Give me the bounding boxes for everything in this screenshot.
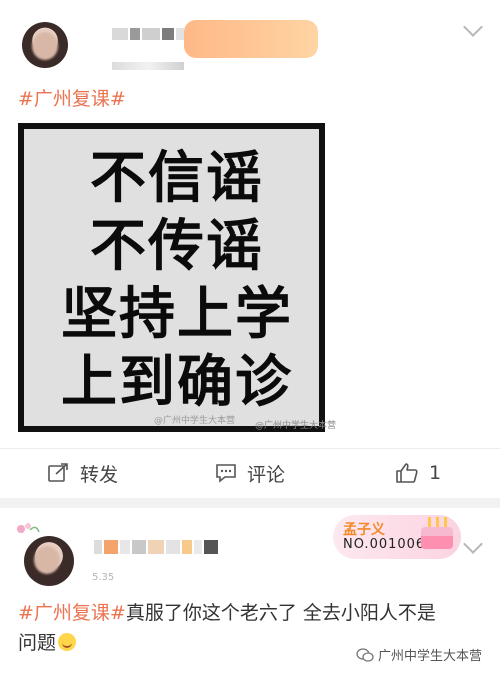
slogan-line-3: 坚持上学 (61, 282, 293, 347)
avatar[interactable] (24, 536, 74, 586)
repost-button[interactable]: 转发 (48, 455, 118, 491)
post-body-tail: 问题 (18, 632, 57, 654)
like-button[interactable]: 1 (395, 455, 441, 491)
timestamp-blurred (112, 62, 184, 70)
slogan-line-2: 不传谣 (90, 214, 264, 279)
comment-button[interactable]: 评论 (215, 455, 285, 491)
post-meta: 5.35 (92, 572, 115, 583)
slogan-line-1: 不信谣 (90, 146, 264, 211)
hashtag-link[interactable]: #广州复课# (18, 88, 126, 110)
like-count: 1 (429, 462, 442, 484)
vip-badge-blurred (184, 20, 318, 58)
post-image[interactable]: 不信谣 不传谣 坚持上学 上到确诊 @广州中学生大本营 (18, 123, 325, 432)
flower-decoration-icon (16, 520, 40, 534)
footer-watermark-text: 广州中学生大本营 (378, 649, 483, 664)
chevron-down-icon[interactable] (463, 17, 483, 37)
comment-label: 评论 (247, 463, 286, 486)
thumbs-up-icon (396, 463, 418, 483)
divider (0, 448, 500, 449)
hashtag-link[interactable]: #广州复课# (18, 602, 126, 624)
cake-icon (421, 517, 453, 549)
share-icon (48, 463, 68, 482)
avatar[interactable] (22, 22, 68, 68)
username-blurred[interactable] (94, 540, 220, 564)
image-background: 不信谣 不传谣 坚持上学 上到确诊 @广州中学生大本营 (24, 129, 319, 426)
smile-emoji-icon (58, 633, 77, 651)
image-watermark: @广州中学生大本营 (154, 416, 236, 426)
username-blurred[interactable] (112, 28, 186, 52)
wechat-icon (356, 647, 374, 662)
comment-icon (216, 464, 236, 483)
fan-badge[interactable]: 孟子义 NO.0010064 (333, 515, 461, 559)
badge-name: 孟子义 (343, 522, 385, 538)
repost-label: 转发 (80, 463, 119, 486)
post-body: 真服了你这个老六了 全去小阳人不是 (125, 602, 436, 624)
image-watermark-outer: @广州中学生大本营 (255, 421, 337, 431)
post-card: #广州复课# 不信谣 不传谣 坚持上学 上到确诊 @广州中学生大本营 @广州中学… (0, 0, 500, 498)
slogan-line-4: 上到确诊 (61, 350, 293, 415)
post-text: #广州复课# (18, 84, 126, 114)
footer-watermark: 广州中学生大本营 (356, 645, 482, 664)
